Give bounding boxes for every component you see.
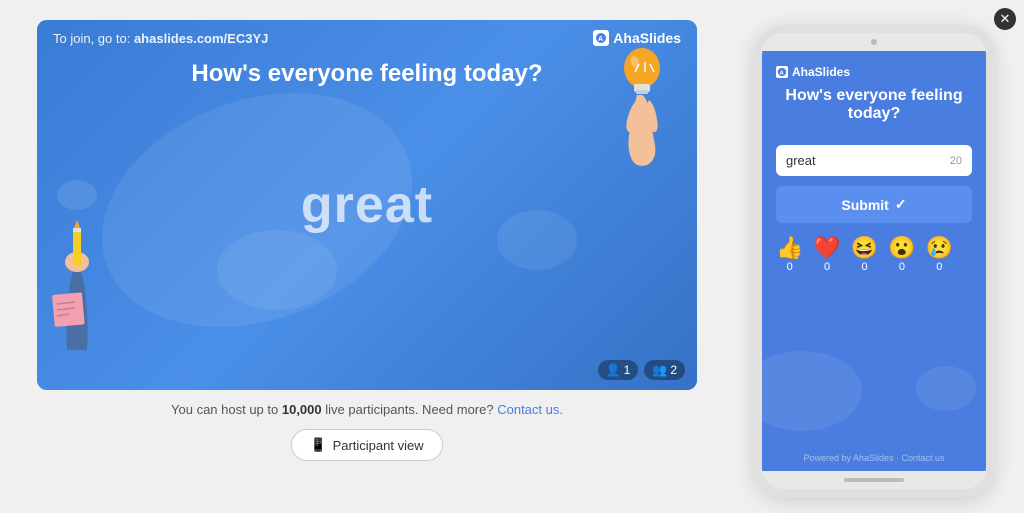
thumbsup-emoji: 👍 <box>776 237 803 259</box>
participant-badge: 👤 1 <box>598 360 639 380</box>
slide-background: To join, go to: ahaslides.com/EC3YJ A Ah… <box>37 20 697 390</box>
phone-screen-top: A AhaSlides How's everyone feeling today… <box>762 51 986 145</box>
users-icon: 👥 <box>652 363 667 377</box>
thumbsup-count: 0 <box>787 261 793 273</box>
phone-frame: A AhaSlides How's everyone feeling today… <box>754 25 994 497</box>
wow-emoji: 😮 <box>888 237 915 259</box>
phone-reactions: 👍 0 ❤️ 0 😆 0 😮 0 😢 0 <box>776 237 972 273</box>
phone-bottom-bar <box>762 471 986 489</box>
sad-emoji: 😢 <box>926 237 953 259</box>
phone-logo-icon: A <box>776 66 788 78</box>
close-button[interactable]: ✕ <box>994 8 1016 30</box>
reaction-laugh[interactable]: 😆 0 <box>851 237 878 273</box>
wow-count: 0 <box>899 261 905 273</box>
reaction-heart[interactable]: ❤️ 0 <box>813 237 840 273</box>
phone-area: ✕ A AhaSlides <box>734 0 1024 513</box>
join-url: ahaslides.com/EC3YJ <box>134 31 268 46</box>
ahaslides-logo: A AhaSlides <box>593 30 681 46</box>
phone-notch <box>762 33 986 51</box>
participant-limit: 10,000 <box>282 402 322 417</box>
participant-view-button[interactable]: 📱 Participant view <box>291 429 442 461</box>
person-icon: 👤 <box>606 363 621 377</box>
blob-decoration-3 <box>497 210 577 270</box>
phone-title: How's everyone feeling today? <box>776 87 972 123</box>
heart-count: 0 <box>824 261 830 273</box>
join-text: To join, go to: ahaslides.com/EC3YJ <box>53 31 268 46</box>
phone-home-indicator <box>844 478 904 482</box>
phone-notch-dot <box>871 39 877 45</box>
main-area: To join, go to: ahaslides.com/EC3YJ A Ah… <box>0 0 734 513</box>
phone-input-field[interactable]: great 20 <box>776 145 972 176</box>
phone-screen: A AhaSlides How's everyone feeling today… <box>762 51 986 471</box>
phone-powered-by: Powered by AhaSlides · Contact us <box>762 453 986 463</box>
phone-logo: A AhaSlides <box>776 65 972 79</box>
svg-text:A: A <box>598 36 603 43</box>
mobile-icon: 📱 <box>310 437 326 453</box>
phone-submit-button[interactable]: Submit ✓ <box>776 186 972 223</box>
laugh-emoji: 😆 <box>851 237 878 259</box>
slide-topbar: To join, go to: ahaslides.com/EC3YJ A Ah… <box>37 20 697 56</box>
heart-emoji: ❤️ <box>813 237 840 259</box>
phone-char-count: 20 <box>950 155 962 167</box>
blob-decoration-4 <box>57 180 97 210</box>
slide-title: How's everyone feeling today? <box>37 60 697 88</box>
reaction-wow[interactable]: 😮 0 <box>888 237 915 273</box>
logo-icon: A <box>593 30 609 46</box>
users-badge: 👥 2 <box>644 360 685 380</box>
contact-us-link[interactable]: Contact us. <box>497 402 563 417</box>
phone-blob-1 <box>762 351 862 431</box>
phone-input-value: great <box>786 153 816 168</box>
hand-pencil-illustration <box>37 220 117 350</box>
phone-blob-2 <box>916 366 976 411</box>
sad-count: 0 <box>936 261 942 273</box>
laugh-count: 0 <box>861 261 867 273</box>
slide-badges: 👤 1 👥 2 <box>598 360 685 380</box>
reaction-sad[interactable]: 😢 0 <box>926 237 953 273</box>
info-bar: You can host up to 10,000 live participa… <box>171 402 563 417</box>
word-display: great <box>301 175 433 235</box>
reaction-thumbsup[interactable]: 👍 0 <box>776 237 803 273</box>
slide-container: To join, go to: ahaslides.com/EC3YJ A Ah… <box>37 20 697 390</box>
checkmark-icon: ✓ <box>895 196 907 213</box>
blob-decoration-2 <box>217 230 337 310</box>
